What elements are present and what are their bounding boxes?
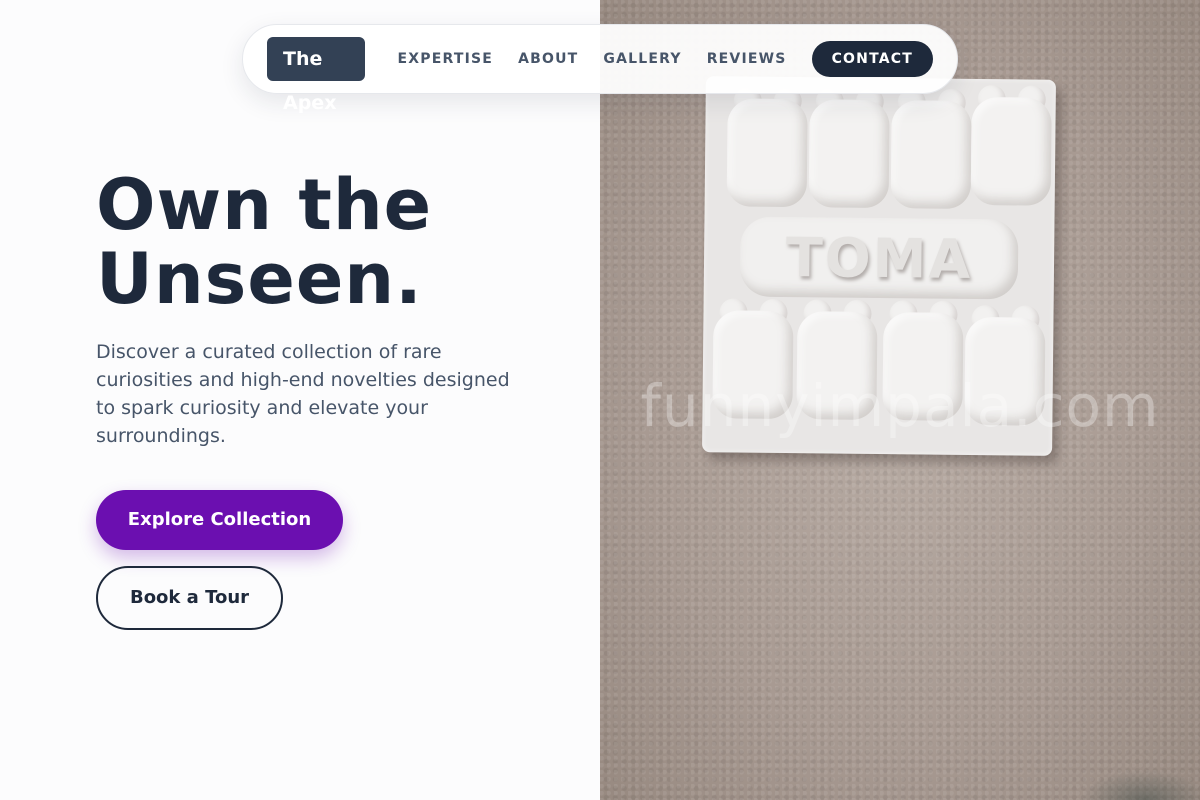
explore-collection-button[interactable]: Explore Collection <box>96 490 343 550</box>
nav-link-expertise[interactable]: EXPERTISE <box>398 51 494 67</box>
top-navbar: The Apex EXPERTISE ABOUT GALLERY REVIEWS… <box>242 24 958 114</box>
gummy-bear-shape <box>890 88 972 209</box>
gummy-bear-shape <box>726 86 808 208</box>
hero-title-line-1: Own the <box>96 164 433 246</box>
site-logo[interactable]: The Apex <box>267 37 365 114</box>
foliage-shadow <box>1080 770 1200 800</box>
contact-button[interactable]: CONTACT <box>811 41 933 77</box>
gummy-bear-shape <box>808 87 890 209</box>
nav-link-gallery[interactable]: GALLERY <box>603 51 681 67</box>
gummy-bear-shape <box>970 85 1052 206</box>
hero-title: Own the Unseen. <box>96 168 432 316</box>
nav-link-about[interactable]: ABOUT <box>518 51 578 67</box>
hero-image: TOMA funnyimpala.com <box>600 0 1200 800</box>
nav-link-reviews[interactable]: REVIEWS <box>707 51 787 67</box>
nav-links: EXPERTISE ABOUT GALLERY REVIEWS <box>398 51 812 67</box>
hero-description: Discover a curated collection of rare cu… <box>96 341 510 447</box>
watermark: funnyimpala.com <box>640 372 1160 440</box>
plaque-word: TOMA <box>739 216 1019 300</box>
book-tour-button[interactable]: Book a Tour <box>96 566 283 630</box>
hero-title-line-2: Unseen. <box>96 238 423 320</box>
